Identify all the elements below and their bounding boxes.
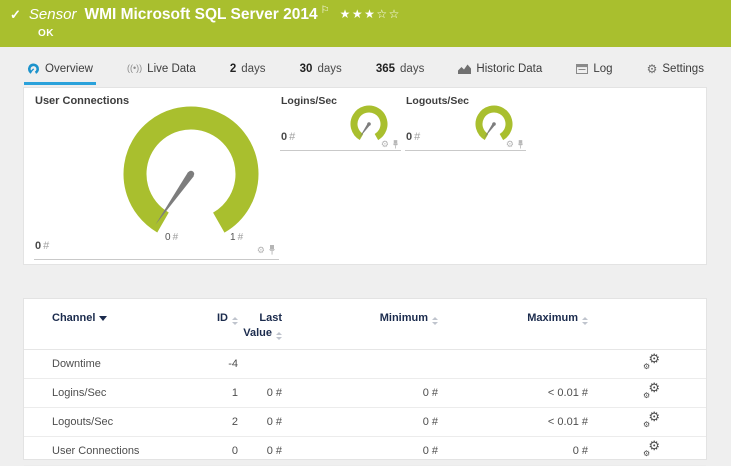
cell-id: 0 bbox=[231, 444, 238, 457]
sensor-title-row: ✓ Sensor WMI Microsoft SQL Server 2014 ⚐… bbox=[10, 5, 401, 24]
area-chart-icon bbox=[458, 64, 472, 74]
channel-table-panel: Channel ID Last Value Minimum Maximum Do… bbox=[23, 298, 707, 466]
column-header-id[interactable]: ID bbox=[192, 311, 238, 326]
tab-label: Historic Data bbox=[476, 62, 543, 75]
table-row-logouts-sec: Logouts/Sec 2 0 # 0 # < 0.01 # ⚙ ⚙ bbox=[24, 408, 706, 437]
pin-icon[interactable] bbox=[392, 140, 399, 149]
tab-label: Settings bbox=[662, 62, 704, 75]
gauges-panel: User Connections 0 # 1 # 0 # ⚙ Logins/Sec bbox=[23, 87, 707, 265]
tab-label: days bbox=[241, 62, 266, 75]
table-row-logins-sec: Logins/Sec 1 0 # 0 # < 0.01 # ⚙ ⚙ bbox=[24, 379, 706, 408]
channel-settings-icon[interactable]: ⚙ ⚙ bbox=[643, 439, 660, 458]
gear-icon: ⚙ bbox=[646, 61, 658, 76]
tab-2-days[interactable]: 2 days bbox=[227, 55, 269, 85]
gauge-needle bbox=[155, 172, 194, 225]
object-kind-label: Sensor bbox=[28, 6, 77, 23]
gauge-scale-min: 0 # bbox=[165, 232, 179, 243]
cell-maximum: 0 # bbox=[572, 444, 588, 457]
sort-icon bbox=[276, 331, 282, 340]
tab-365-days[interactable]: 365 days bbox=[373, 55, 427, 85]
cell-id: -4 bbox=[228, 357, 238, 370]
sensor-title: WMI Microsoft SQL Server 2014 bbox=[84, 6, 318, 23]
sort-desc-icon bbox=[99, 316, 108, 321]
gauge-current-value: 0 # bbox=[406, 131, 421, 143]
broadcast-icon: ((•)) bbox=[127, 63, 143, 73]
tab-settings[interactable]: ⚙ Settings bbox=[644, 55, 707, 85]
prtg-sensor-page: { "colors": { "brand_green": "#a9bf2e", … bbox=[0, 0, 731, 466]
table-row-downtime: Downtime -4 ⚙ ⚙ bbox=[24, 350, 706, 379]
gauge-settings-gear-icon[interactable]: ⚙ bbox=[257, 246, 265, 255]
cell-maximum: < 0.01 # bbox=[547, 386, 588, 399]
gauge-current-value: 0 # bbox=[281, 131, 296, 143]
tab-historic-data[interactable]: Historic Data bbox=[455, 55, 545, 85]
tab-number: 30 bbox=[299, 62, 313, 75]
cell-minimum: 0 # bbox=[422, 386, 438, 399]
table-header-row: Channel ID Last Value Minimum Maximum bbox=[24, 299, 706, 350]
gauge-settings-gear-icon[interactable]: ⚙ bbox=[381, 140, 389, 149]
cell-channel: User Connections bbox=[52, 444, 140, 457]
gauge-cell-logouts: Logouts/Sec 0 # ⚙ bbox=[405, 94, 526, 151]
gauge-settings-gear-icon[interactable]: ⚙ bbox=[506, 140, 514, 149]
column-header-maximum[interactable]: Maximum bbox=[438, 311, 588, 326]
flag-icon[interactable]: ⚐ bbox=[321, 5, 330, 16]
cell-minimum: 0 # bbox=[422, 415, 438, 428]
gauge-cell-user-connections: User Connections 0 # 1 # 0 # ⚙ bbox=[34, 94, 279, 260]
cell-last-value: 0 # bbox=[266, 444, 282, 457]
tab-label: days bbox=[317, 62, 342, 75]
gauge-scale-max: 1 # bbox=[230, 232, 244, 243]
sensor-status-text: OK bbox=[38, 28, 54, 39]
log-list-icon bbox=[576, 63, 589, 74]
pin-icon[interactable] bbox=[268, 245, 276, 255]
tab-label: Live Data bbox=[147, 62, 196, 75]
cell-channel: Logins/Sec bbox=[52, 386, 107, 399]
gauge-current-value: 0 # bbox=[35, 240, 50, 252]
gauge-actions: ⚙ bbox=[257, 245, 276, 255]
tab-overview[interactable]: Overview bbox=[24, 55, 96, 85]
tab-30-days[interactable]: 30 days bbox=[297, 55, 345, 85]
tab-label: Overview bbox=[45, 62, 93, 75]
gauge-title: Logouts/Sec bbox=[406, 95, 470, 107]
pin-icon[interactable] bbox=[517, 140, 524, 149]
user-connections-gauge bbox=[123, 106, 259, 242]
cell-channel: Downtime bbox=[52, 357, 101, 370]
tab-label: days bbox=[400, 62, 425, 75]
column-header-channel[interactable]: Channel bbox=[52, 311, 192, 326]
cell-id: 1 bbox=[231, 386, 238, 399]
gauge-icon bbox=[28, 63, 39, 74]
gauge-cell-logins: Logins/Sec 0 # ⚙ bbox=[280, 94, 401, 151]
cell-id: 2 bbox=[231, 415, 238, 428]
column-header-last-value[interactable]: Last Value bbox=[238, 311, 282, 341]
cell-maximum: < 0.01 # bbox=[547, 415, 588, 428]
cell-minimum: 0 # bbox=[422, 444, 438, 457]
tab-live-data[interactable]: ((•)) Live Data bbox=[124, 55, 199, 85]
tab-log[interactable]: Log bbox=[573, 55, 615, 85]
sort-icon bbox=[582, 317, 588, 325]
tab-bar: Overview ((•)) Live Data 2 days 30 days … bbox=[0, 55, 731, 85]
cell-channel: Logouts/Sec bbox=[52, 415, 114, 428]
gauge-actions: ⚙ bbox=[506, 140, 524, 149]
priority-stars[interactable]: ★★★☆☆ bbox=[340, 7, 401, 21]
channel-settings-icon[interactable]: ⚙ ⚙ bbox=[643, 410, 660, 429]
column-header-minimum[interactable]: Minimum bbox=[282, 311, 438, 326]
tab-number: 2 bbox=[229, 62, 237, 75]
channel-settings-icon[interactable]: ⚙ ⚙ bbox=[643, 352, 660, 371]
table-row-user-connections: User Connections 0 0 # 0 # 0 # ⚙ ⚙ bbox=[24, 437, 706, 466]
channel-settings-icon[interactable]: ⚙ ⚙ bbox=[643, 381, 660, 400]
status-check-icon: ✓ bbox=[10, 7, 21, 22]
sensor-status-band: ✓ Sensor WMI Microsoft SQL Server 2014 ⚐… bbox=[0, 0, 731, 47]
tab-number: 365 bbox=[375, 62, 396, 75]
tab-label: Log bbox=[593, 62, 613, 75]
gauge-actions: ⚙ bbox=[381, 140, 399, 149]
cell-last-value: 0 # bbox=[266, 386, 282, 399]
cell-last-value: 0 # bbox=[266, 415, 282, 428]
gauge-title: Logins/Sec bbox=[281, 95, 338, 107]
